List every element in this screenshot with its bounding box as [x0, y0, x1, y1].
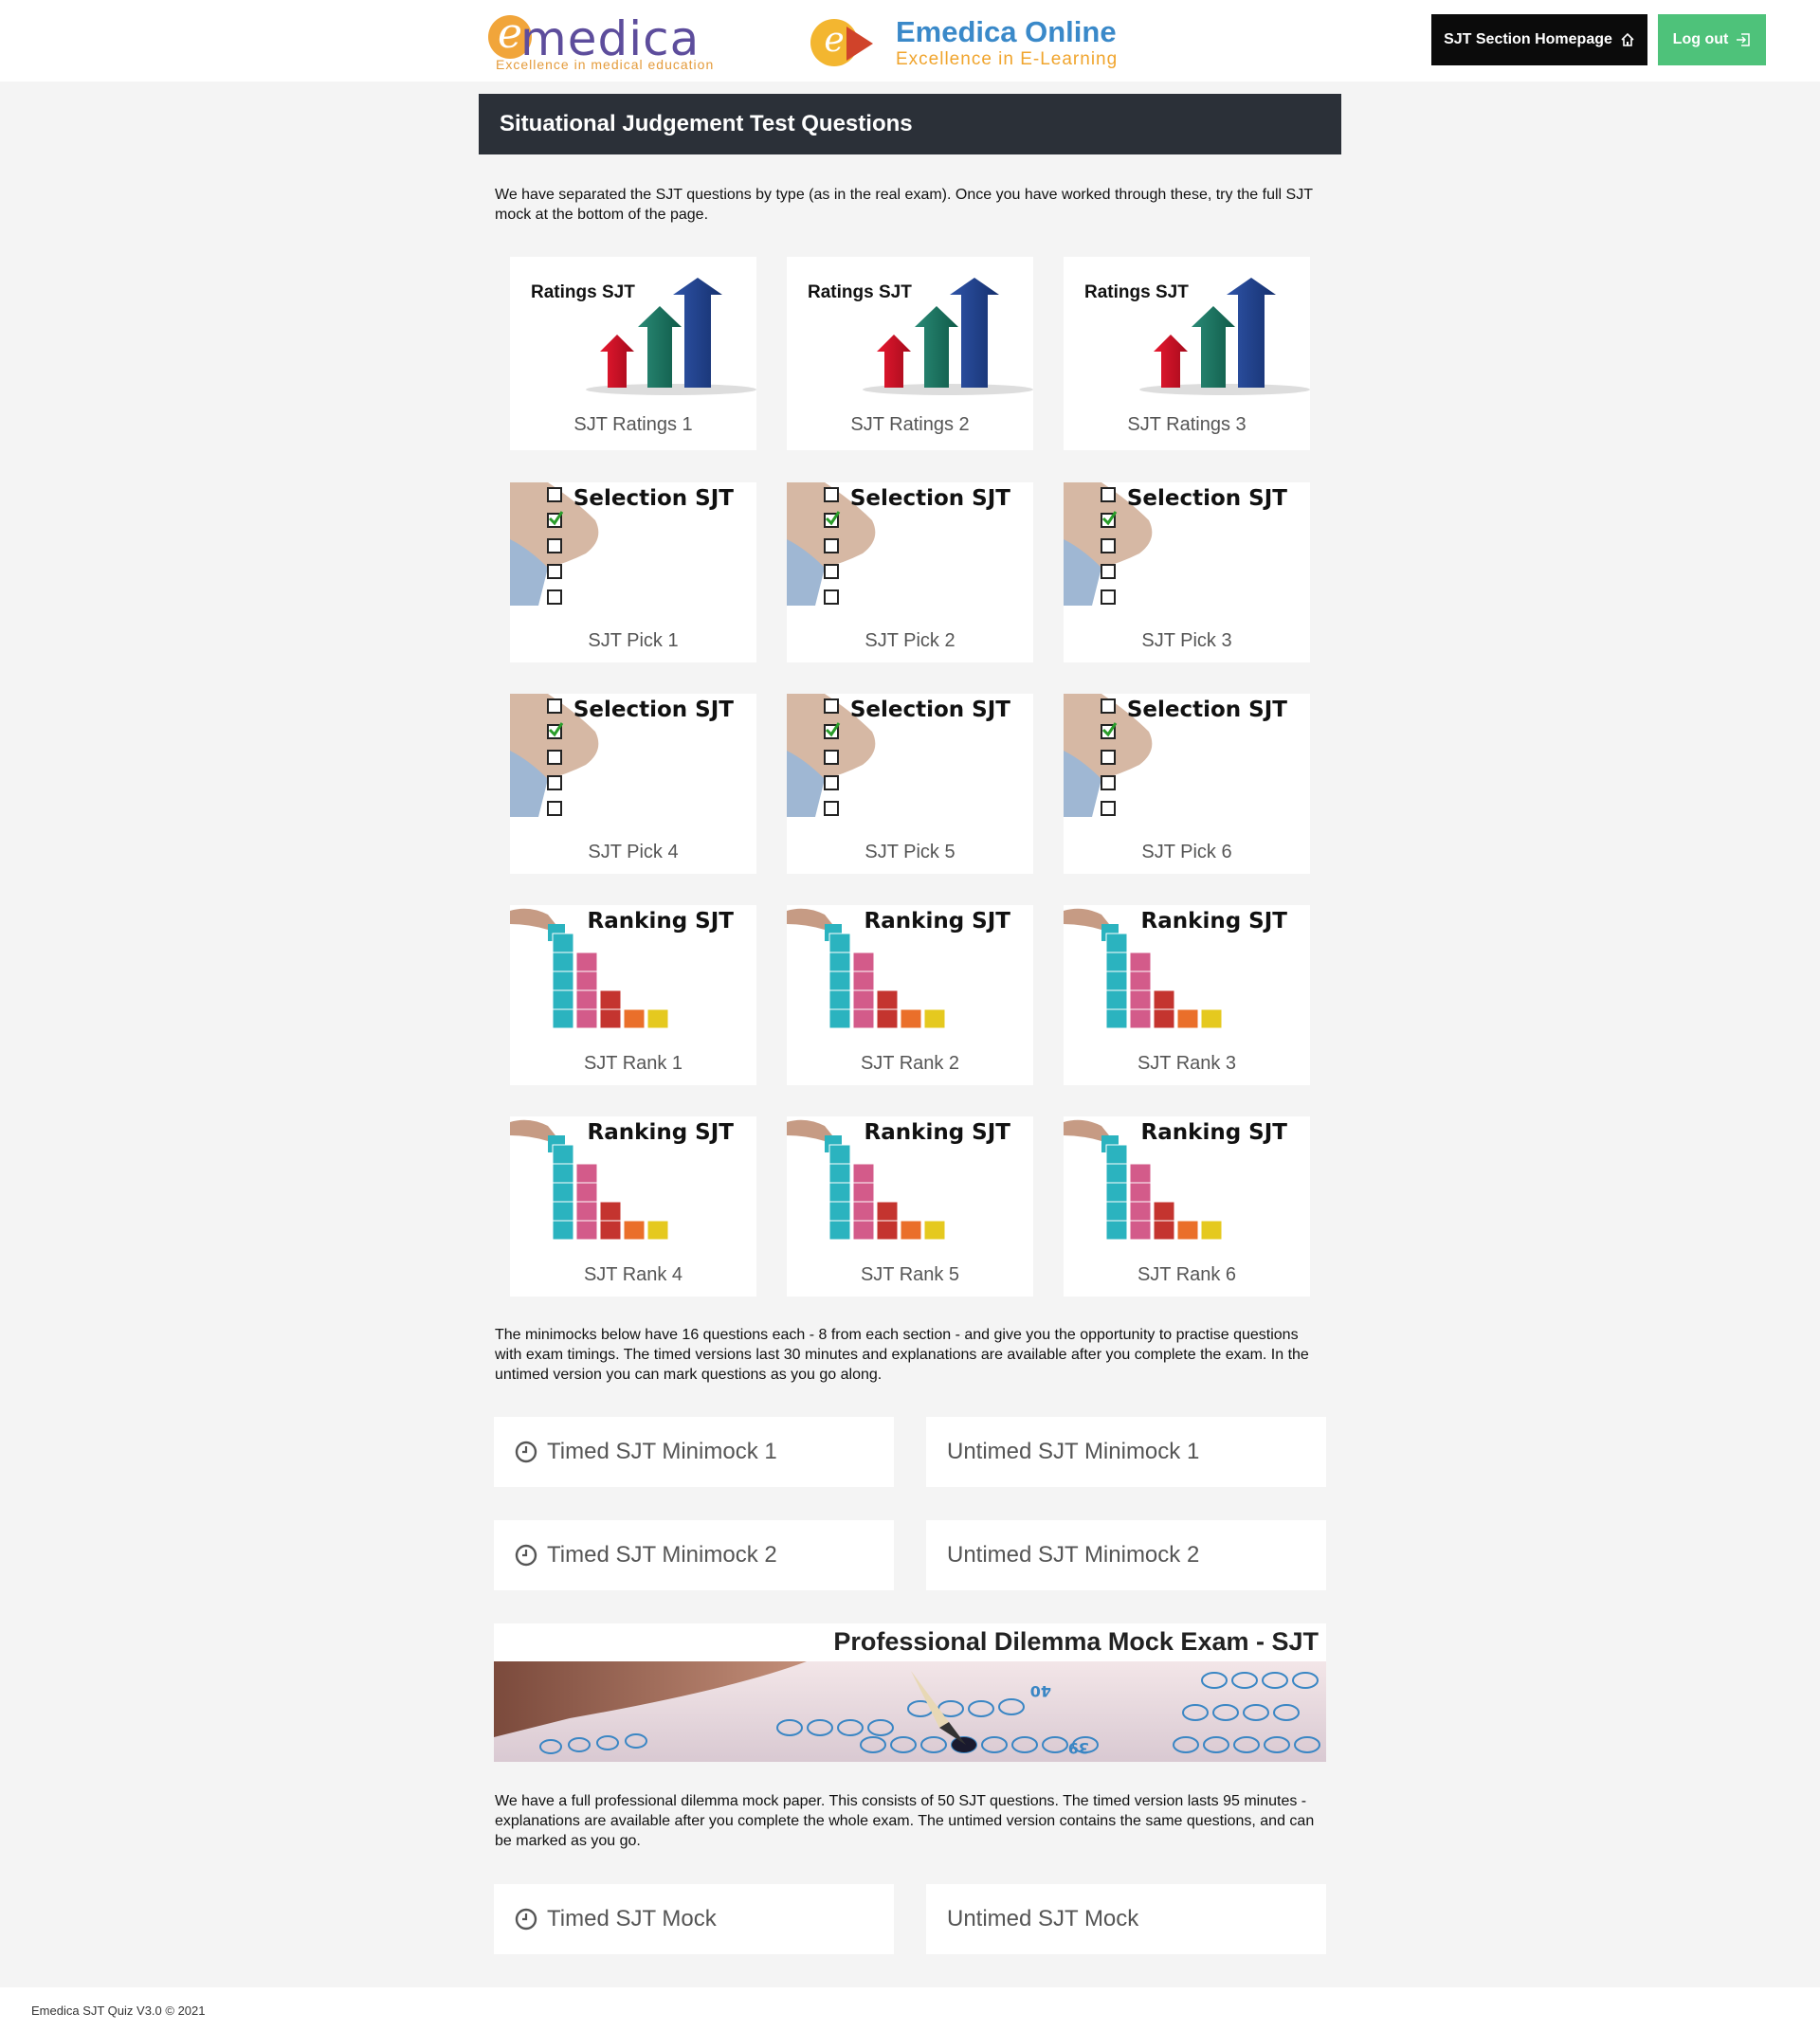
timed-minimock-2-label: Timed SJT Minimock 2: [547, 1542, 777, 1568]
sjt-card[interactable]: Selection SJT SJT Pick 4: [510, 694, 756, 874]
emedica-online-logo-arrow: [846, 27, 873, 61]
banner-number-40: 40: [1030, 1682, 1051, 1700]
card-art-title: Ranking SJT: [1140, 1120, 1287, 1145]
clock-icon: [515, 1908, 537, 1931]
top-header: e medica Excellence in medical education…: [0, 0, 1820, 82]
full-mock-description: We have a full professional dilemma mock…: [495, 1793, 1315, 1849]
card-art-title: Selection SJT: [573, 698, 734, 722]
sjt-section-homepage-button[interactable]: SJT Section Homepage: [1431, 14, 1647, 65]
card-label: SJT Pick 4: [588, 842, 679, 862]
professional-dilemma-mock-banner[interactable]: Professional Dilemma Mock Exam - SJT 40 …: [494, 1623, 1326, 1762]
log-out-label: Log out: [1672, 31, 1729, 47]
sjt-card[interactable]: Ranking SJT SJT Rank 6: [1064, 1116, 1310, 1297]
untimed-sjt-mock-label: Untimed SJT Mock: [947, 1906, 1139, 1931]
card-label: SJT Pick 3: [1141, 630, 1232, 651]
timed-minimock-2-button[interactable]: Timed SJT Minimock 2: [494, 1520, 894, 1590]
card-art-title: Selection SJT: [1126, 486, 1287, 511]
card-art-title: Selection SJT: [1126, 698, 1287, 722]
untimed-minimock-1-label: Untimed SJT Minimock 1: [947, 1439, 1200, 1464]
timed-sjt-mock-label: Timed SJT Mock: [547, 1906, 717, 1931]
emedica-online-logo[interactable]: e Emedica Online Excellence in E-Learnin…: [810, 13, 1123, 72]
card-art-title: Ranking SJT: [864, 909, 1010, 934]
emedica-logo[interactable]: e medica Excellence in medical education: [488, 11, 735, 74]
card-art-title: Ranking SJT: [587, 909, 734, 934]
untimed-sjt-mock-button[interactable]: Untimed SJT Mock: [926, 1884, 1326, 1954]
card-label: SJT Pick 1: [588, 630, 679, 651]
sjt-card[interactable]: Selection SJT SJT Pick 6: [1064, 694, 1310, 874]
card-label: SJT Pick 5: [864, 842, 956, 862]
card-art-title: Selection SJT: [573, 486, 734, 511]
home-icon: [1621, 32, 1634, 46]
untimed-minimock-2-label: Untimed SJT Minimock 2: [947, 1542, 1200, 1568]
emedica-online-logo-tagline: Excellence in E-Learning: [896, 49, 1119, 69]
sjt-card[interactable]: Ranking SJT SJT Rank 4: [510, 1116, 756, 1297]
card-art-title: Ranking SJT: [587, 1120, 734, 1145]
log-out-button[interactable]: Log out: [1658, 14, 1766, 65]
untimed-minimock-2-button[interactable]: Untimed SJT Minimock 2: [926, 1520, 1326, 1590]
untimed-minimock-1-button[interactable]: Untimed SJT Minimock 1: [926, 1417, 1326, 1487]
home-button-label: SJT Section Homepage: [1444, 31, 1612, 47]
emedica-logo-tagline: Excellence in medical education: [496, 57, 715, 72]
card-label: SJT Ratings 3: [1127, 414, 1247, 435]
timed-minimock-1-label: Timed SJT Minimock 1: [547, 1439, 777, 1464]
sjt-card[interactable]: Ratings SJT SJT Ratings 2: [787, 257, 1033, 450]
banner-number-39: 39: [1068, 1739, 1089, 1757]
card-label: SJT Rank 3: [1137, 1053, 1237, 1074]
sjt-card[interactable]: Selection SJT SJT Pick 2: [787, 482, 1033, 662]
sjt-card[interactable]: Ratings SJT SJT Ratings 3: [1064, 257, 1310, 450]
sjt-card[interactable]: Ranking SJT SJT Rank 5: [787, 1116, 1033, 1297]
footer: Emedica SJT Quiz V3.0 © 2021: [0, 1987, 1820, 2031]
sjt-card[interactable]: Selection SJT SJT Pick 1: [510, 482, 756, 662]
minimock-description: The minimocks below have 16 questions ea…: [495, 1327, 1309, 1383]
log-out-icon: [1737, 33, 1751, 46]
sjt-card[interactable]: Selection SJT SJT Pick 3: [1064, 482, 1310, 662]
sjt-card[interactable]: Ranking SJT SJT Rank 1: [510, 905, 756, 1085]
card-label: SJT Pick 2: [864, 630, 956, 651]
card-art-title: Ratings SJT: [531, 282, 635, 302]
clock-icon: [515, 1544, 537, 1567]
sjt-card[interactable]: Ranking SJT SJT Rank 2: [787, 905, 1033, 1085]
card-label: SJT Rank 1: [583, 1053, 683, 1074]
card-art-title: Selection SJT: [849, 486, 1010, 511]
card-art-title: Ratings SJT: [1084, 282, 1189, 302]
sjt-card[interactable]: Selection SJT SJT Pick 5: [787, 694, 1033, 874]
emedica-online-logo-name: Emedica Online: [896, 15, 1117, 48]
card-art-title: Ratings SJT: [808, 282, 912, 302]
card-art-title: Selection SJT: [849, 698, 1010, 722]
footer-version: Emedica SJT Quiz V3.0 © 2021: [31, 2004, 206, 2018]
answer-sheet-pencil-image: 40 39: [494, 1661, 1326, 1762]
card-label: SJT Rank 5: [860, 1264, 960, 1285]
timed-minimock-1-button[interactable]: Timed SJT Minimock 1: [494, 1417, 894, 1487]
timed-sjt-mock-button[interactable]: Timed SJT Mock: [494, 1884, 894, 1954]
card-art-title: Ranking SJT: [864, 1120, 1010, 1145]
card-label: SJT Rank 6: [1137, 1264, 1237, 1285]
sjt-card[interactable]: Ratings SJT SJT Ratings 1: [510, 257, 756, 450]
card-label: SJT Ratings 2: [850, 414, 970, 435]
page-title: Situational Judgement Test Questions: [479, 94, 1341, 154]
intro-text: We have separated the SJT questions by t…: [495, 187, 1313, 223]
card-label: SJT Rank 4: [583, 1264, 683, 1285]
card-label: SJT Rank 2: [860, 1053, 960, 1074]
clock-icon: [515, 1441, 537, 1463]
sjt-card[interactable]: Ranking SJT SJT Rank 3: [1064, 905, 1310, 1085]
card-label: SJT Pick 6: [1141, 842, 1232, 862]
card-label: SJT Ratings 1: [573, 414, 693, 435]
card-art-title: Ranking SJT: [1140, 909, 1287, 934]
